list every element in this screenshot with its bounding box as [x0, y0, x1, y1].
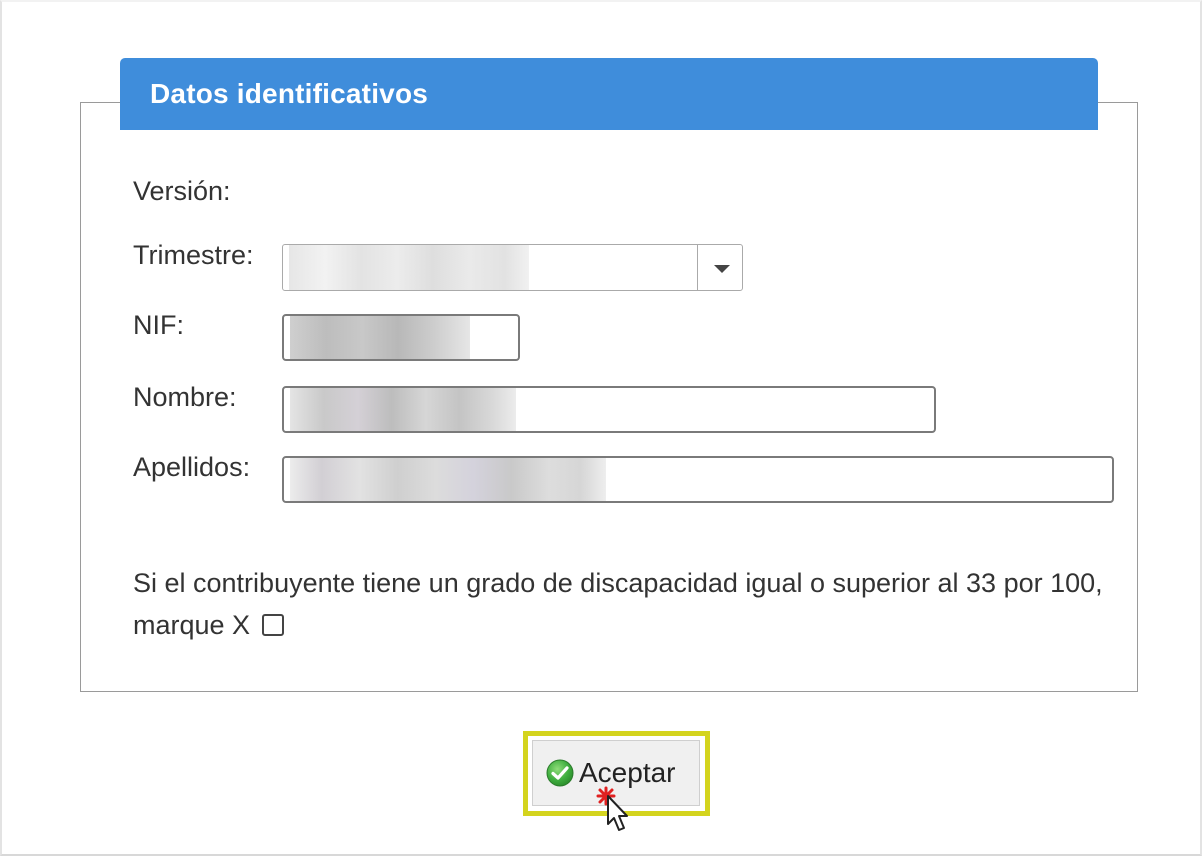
accept-label: Aceptar [579, 757, 676, 788]
apellidos-value-redacted [290, 458, 606, 501]
nombre-field[interactable] [282, 386, 936, 433]
nombre-label: Nombre: [133, 382, 237, 412]
chevron-down-icon[interactable] [714, 264, 730, 273]
page: Datos identificativos Versión: Trimestre… [0, 0, 1202, 856]
section-title: Datos identificativos [150, 78, 429, 109]
select-divider [697, 245, 698, 290]
nif-field[interactable] [282, 314, 520, 361]
accept-button[interactable]: Aceptar [532, 740, 700, 806]
apellidos-field[interactable] [282, 456, 1114, 503]
nif-value-redacted [290, 316, 470, 359]
nombre-value-redacted [290, 388, 516, 431]
trimestre-label: Trimestre: [133, 240, 254, 270]
apellidos-label: Apellidos: [133, 452, 251, 482]
disability-checkbox[interactable] [262, 613, 285, 636]
section-header: Datos identificativos [120, 58, 1098, 130]
version-label: Versión: [133, 176, 231, 206]
trimestre-value-redacted [289, 245, 529, 290]
nif-label: NIF: [133, 310, 184, 340]
disability-question: Si el contribuyente tiene un grado de di… [133, 562, 1113, 646]
trimestre-select[interactable] [282, 244, 743, 291]
check-circle-icon [546, 759, 574, 787]
